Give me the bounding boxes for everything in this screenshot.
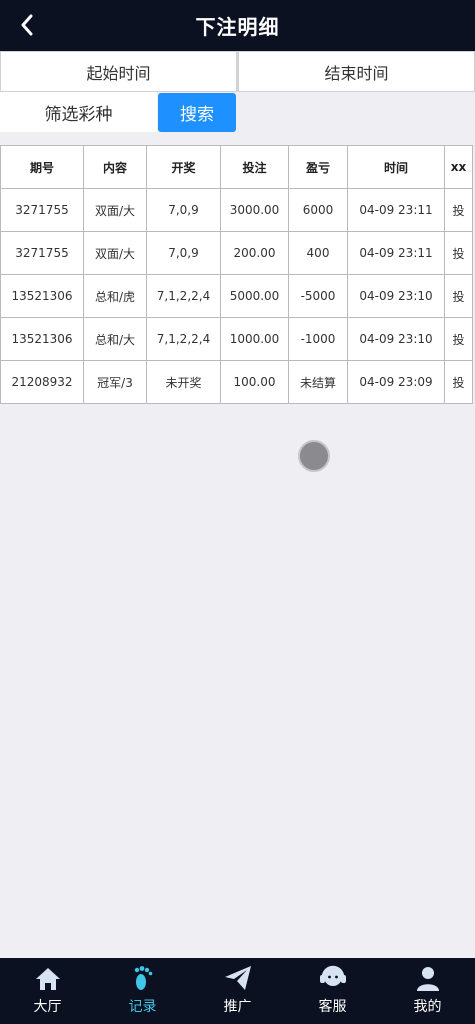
cell-bet: 100.00 [220, 360, 289, 404]
table-header-row: 期号 内容 开奖 投注 盈亏 时间 xx [0, 145, 473, 189]
cell-period: 13521306 [0, 274, 84, 318]
cell-time: 04-09 23:09 [347, 360, 445, 404]
cell-profit: -5000 [288, 274, 348, 318]
user-icon [416, 967, 439, 991]
chevron-left-icon [21, 14, 33, 36]
cell-profit: -1000 [288, 317, 348, 361]
col-header-time: 时间 [347, 145, 445, 189]
tab-label: 大厅 [33, 999, 62, 1015]
cell-xx[interactable]: 投 [444, 317, 473, 361]
cell-bet: 200.00 [220, 231, 289, 275]
cell-profit: 6000 [288, 188, 348, 232]
tab-support[interactable]: 客服 [285, 958, 380, 1024]
cell-content: 总和/虎 [83, 274, 147, 318]
cell-content: 双面/大 [83, 231, 147, 275]
cell-content: 冠军/3 [83, 360, 147, 404]
cell-draw: 7,0,9 [146, 231, 221, 275]
cell-profit: 未结算 [288, 360, 348, 404]
cell-xx[interactable]: 投 [444, 360, 473, 404]
date-range: 起始时间 结束时间 [0, 51, 475, 92]
cell-content: 双面/大 [83, 188, 147, 232]
tab-label: 推广 [223, 999, 252, 1015]
tab-lobby[interactable]: 大厅 [0, 958, 95, 1024]
page-title: 下注明细 [195, 15, 280, 39]
col-header-profit: 盈亏 [288, 145, 348, 189]
tab-mine[interactable]: 我的 [380, 958, 475, 1024]
col-header-period: 期号 [0, 145, 84, 189]
tab-label: 客服 [318, 999, 347, 1015]
cell-time: 04-09 23:11 [347, 188, 445, 232]
cell-time: 04-09 23:11 [347, 231, 445, 275]
table-row[interactable]: 13521306 总和/虎 7,1,2,2,4 5000.00 -5000 04… [0, 274, 473, 318]
cell-draw: 7,1,2,2,4 [146, 274, 221, 318]
cell-content: 总和/大 [83, 317, 147, 361]
back-button[interactable] [14, 12, 40, 38]
lottery-filter-button[interactable]: 筛选彩种 [0, 92, 157, 132]
bet-table: 期号 内容 开奖 投注 盈亏 时间 xx 3271755 双面/大 7,0,9 … [0, 145, 473, 404]
table-row[interactable]: 3271755 双面/大 7,0,9 200.00 400 04-09 23:1… [0, 231, 473, 275]
tab-promote[interactable]: 推广 [190, 958, 285, 1024]
headset-icon [319, 965, 346, 986]
cell-xx[interactable]: 投 [444, 188, 473, 232]
cell-bet: 1000.00 [220, 317, 289, 361]
top-bar: 下注明细 [0, 0, 475, 51]
floating-ball-button[interactable] [298, 440, 330, 472]
col-header-draw: 开奖 [146, 145, 221, 189]
start-time-field[interactable]: 起始时间 [0, 51, 237, 92]
tab-records[interactable]: 记录 [95, 958, 190, 1024]
cell-draw: 7,0,9 [146, 188, 221, 232]
cell-time: 04-09 23:10 [347, 274, 445, 318]
tab-label: 记录 [128, 999, 157, 1015]
filter-row: 筛选彩种 搜索 [0, 92, 475, 132]
table-row[interactable]: 21208932 冠军/3 未开奖 100.00 未结算 04-09 23:09… [0, 360, 473, 404]
cell-bet: 5000.00 [220, 274, 289, 318]
cell-time: 04-09 23:10 [347, 317, 445, 361]
table-row[interactable]: 3271755 双面/大 7,0,9 3000.00 6000 04-09 23… [0, 188, 473, 232]
end-time-field[interactable]: 结束时间 [238, 51, 475, 92]
cell-period: 21208932 [0, 360, 84, 404]
col-header-xx: xx [444, 145, 473, 189]
col-header-bet: 投注 [220, 145, 289, 189]
cell-bet: 3000.00 [220, 188, 289, 232]
paper-plane-icon [224, 966, 251, 990]
cell-period: 13521306 [0, 317, 84, 361]
table-row[interactable]: 13521306 总和/大 7,1,2,2,4 1000.00 -1000 04… [0, 317, 473, 361]
cell-profit: 400 [288, 231, 348, 275]
cell-xx[interactable]: 投 [444, 274, 473, 318]
cell-draw: 未开奖 [146, 360, 221, 404]
search-button[interactable]: 搜索 [158, 93, 236, 132]
col-header-content: 内容 [83, 145, 147, 189]
cell-draw: 7,1,2,2,4 [146, 317, 221, 361]
cell-period: 3271755 [0, 231, 84, 275]
cell-period: 3271755 [0, 188, 84, 232]
cell-xx[interactable]: 投 [444, 231, 473, 275]
footprint-icon [134, 966, 152, 990]
home-icon [35, 968, 60, 990]
tab-label: 我的 [413, 999, 442, 1015]
bottom-tab-bar: 大厅 记录 推广 客服 我的 [0, 958, 475, 1024]
